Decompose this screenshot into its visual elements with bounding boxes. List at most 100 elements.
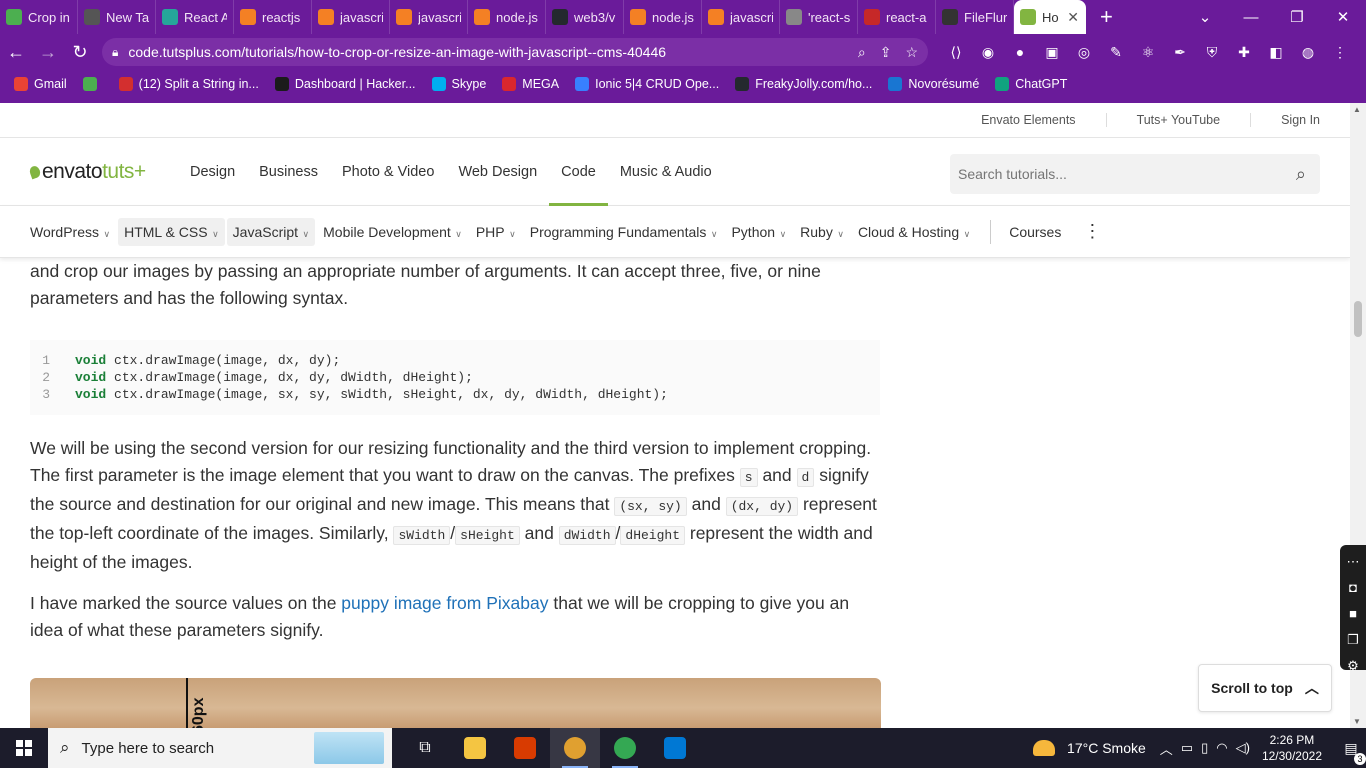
reload-icon[interactable]: ↻ [64,42,96,63]
browser-tab[interactable]: FileFlur [936,0,1014,34]
clock[interactable]: 2:26 PM 12/30/2022 [1262,732,1322,764]
side-panel-icon[interactable]: ◧ [1260,44,1292,61]
browser-tab[interactable]: Ho ✕ [1014,0,1086,34]
extension-pen-icon[interactable]: ✎ [1100,44,1132,61]
weather-widget[interactable]: 17°C Smoke [1033,740,1146,756]
vscode-icon[interactable] [650,728,700,768]
extension-target-icon[interactable]: ◎ [1068,44,1100,61]
settings-gear-icon[interactable]: ⚙ [1347,653,1359,679]
minimize-icon[interactable]: — [1228,9,1274,26]
utility-link[interactable]: Sign In [1250,113,1320,127]
scrollbar-thumb[interactable] [1354,301,1362,337]
nav-link[interactable]: Web Design [446,138,549,206]
bookmark-star-icon[interactable]: ☆ [905,44,918,61]
extension-eyedropper-icon[interactable]: ✒ [1164,44,1196,61]
close-tab-icon[interactable]: ✕ [1067,9,1079,26]
file-explorer-icon[interactable] [450,728,500,768]
courses-link[interactable]: Courses [1003,218,1067,246]
browser-tab[interactable]: javascri [702,0,780,34]
back-icon[interactable]: ← [0,42,32,63]
topic-link[interactable]: Cloud & Hosting ∨ [852,218,976,246]
notification-center-icon[interactable]: ▤ 3 [1336,740,1366,765]
pixabay-link[interactable]: puppy image from Pixabay [341,593,548,613]
bookmark-item[interactable]: FreakyJolly.com/ho... [735,77,872,91]
search-icon[interactable]: ⌕ [858,44,866,61]
lock-icon[interactable]: 🔒︎ [112,45,118,60]
copy-icon[interactable]: ❐ [1347,627,1359,653]
search-input[interactable] [958,166,1296,182]
browser-tab[interactable]: Crop in [0,0,78,34]
volume-icon[interactable]: ◁) [1236,740,1250,756]
extension-circle-icon[interactable]: ● [1004,44,1036,60]
chrome-icon[interactable] [550,728,600,768]
browser-tab[interactable]: node.js [468,0,546,34]
topic-link[interactable]: Python ∨ [725,218,792,246]
bookmark-item[interactable]: (12) Split a String in... [118,77,259,91]
extension-sync-icon[interactable]: ◉ [972,44,1004,61]
task-view-icon[interactable]: ⧉ [400,728,450,768]
wifi-icon[interactable]: ◠ [1216,740,1227,756]
browser-tab[interactable]: node.js [624,0,702,34]
bookmark-item[interactable]: Novorésumé [888,77,979,91]
url-text[interactable]: code.tutsplus.com/tutorials/how-to-crop-… [128,44,843,60]
nav-link[interactable]: Photo & Video [330,138,446,206]
bookmark-item[interactable]: Skype [431,77,486,91]
extension-shield-icon[interactable]: ⛨ [1196,44,1228,61]
scroll-up-arrow-icon[interactable]: ▲ [1353,105,1361,114]
topic-link[interactable]: PHP ∨ [470,218,522,246]
more-vertical-icon[interactable]: ⋮ [1083,221,1101,242]
new-tab-icon[interactable]: + [1100,4,1113,30]
extensions-puzzle-icon[interactable]: ✚ [1228,44,1260,61]
bookmark-item[interactable]: Gmail [14,77,67,91]
browser-tab[interactable]: reactjs [234,0,312,34]
tool-menu-icon[interactable]: ⋯ [1347,549,1360,575]
bookmark-item[interactable]: MEGA [502,77,559,91]
browser-tab[interactable]: 'react-s [780,0,858,34]
scroll-to-top-button[interactable]: Scroll to top ︿ [1198,664,1332,712]
taskbar-search[interactable]: ⌕ Type here to search [48,728,392,768]
browser-tab[interactable]: react-a [858,0,936,34]
topic-link[interactable]: HTML & CSS ∨ [118,217,225,246]
office-icon[interactable] [500,728,550,768]
close-window-icon[interactable]: ✕ [1320,8,1366,26]
extension-brackets-icon[interactable]: ⟨⟩ [940,44,972,61]
nav-link[interactable]: Business [247,138,330,206]
browser-tab[interactable]: React A [156,0,234,34]
browser-tab[interactable]: web3/v [546,0,624,34]
restore-icon[interactable]: ❐ [1274,8,1320,26]
browser-tab[interactable]: javascri [390,0,468,34]
search-icon[interactable]: ⌕ [1296,164,1306,185]
utility-link[interactable]: Tuts+ YouTube [1105,113,1251,127]
chevron-up-icon[interactable]: ︿ [1160,739,1173,758]
bookmark-item[interactable]: ChatGPT [995,77,1067,91]
extension-react-icon[interactable]: ⚛ [1132,44,1164,61]
browser-tab[interactable]: New Ta [78,0,156,34]
bookmark-item[interactable]: Dashboard | Hacker... [274,77,416,91]
tab-search-icon[interactable]: ⌄ [1182,8,1228,26]
share-icon[interactable]: ⇪ [880,44,892,61]
extension-window-icon[interactable]: ▣ [1036,44,1068,61]
scroll-down-arrow-icon[interactable]: ▼ [1353,717,1361,726]
menu-kebab-icon[interactable]: ⋮ [1324,44,1356,61]
browser-tab[interactable]: javascri [312,0,390,34]
utility-link[interactable]: Envato Elements [951,113,1106,127]
camera-icon[interactable]: ◘ [1349,575,1357,601]
profile-avatar[interactable]: ◍ [1292,44,1324,61]
forward-icon[interactable]: → [32,42,64,63]
video-icon[interactable]: ■ [1349,601,1357,627]
omnibox[interactable]: 🔒︎ code.tutsplus.com/tutorials/how-to-cr… [102,38,928,66]
topic-link[interactable]: Programming Fundamentals ∨ [524,218,724,246]
envato-tuts-logo[interactable]: envatotuts+ [28,160,146,184]
topic-link[interactable]: WordPress ∨ [24,218,116,246]
nav-link[interactable]: Code [549,138,608,206]
topic-link[interactable]: Mobile Development ∨ [317,218,468,246]
start-button[interactable] [0,728,48,768]
nav-link[interactable]: Music & Audio [608,138,724,206]
bookmark-item[interactable] [82,77,103,91]
meet-now-icon[interactable]: ▭ [1181,740,1193,756]
nav-link[interactable]: Design [178,138,247,206]
bookmark-item[interactable]: Ionic 5|4 CRUD Ope... [575,77,719,91]
battery-icon[interactable]: ▯ [1201,740,1208,756]
chrome-profile-icon[interactable] [600,728,650,768]
topic-link[interactable]: Ruby ∨ [794,218,850,246]
